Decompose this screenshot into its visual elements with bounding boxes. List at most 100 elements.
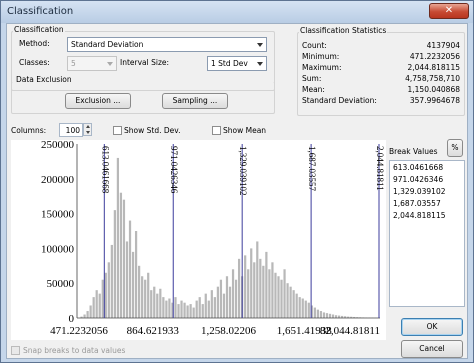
exclusion-button[interactable]: Exclusion ... bbox=[65, 93, 131, 109]
break-label: 971.0426346 bbox=[169, 146, 179, 194]
histogram-bar bbox=[189, 304, 192, 318]
break-value-5[interactable]: 2,044.818115 bbox=[393, 211, 446, 222]
histogram-bar bbox=[228, 286, 232, 318]
stat-row-mean: Mean: 1,150.040868 bbox=[302, 85, 460, 94]
break-value-1[interactable]: 613.0461668 bbox=[393, 163, 443, 174]
show-mean-checkbox[interactable] bbox=[212, 126, 221, 135]
histogram-bar bbox=[271, 262, 274, 318]
histogram-bar bbox=[192, 307, 195, 318]
histogram-bar bbox=[147, 272, 150, 318]
method-value: Standard Deviation bbox=[71, 40, 144, 49]
sampling-button[interactable]: Sampling ... bbox=[162, 93, 228, 109]
close-button[interactable]: ✕ bbox=[429, 3, 469, 19]
break-label: 1,687.03557 bbox=[307, 146, 317, 192]
histogram-bar bbox=[198, 297, 201, 318]
histogram-bar bbox=[277, 276, 280, 318]
histogram-bar bbox=[304, 300, 307, 318]
histogram-bar bbox=[110, 244, 113, 318]
break-label: 613.0461668 bbox=[100, 146, 110, 194]
method-label: Method: bbox=[19, 39, 50, 48]
columns-spinner[interactable] bbox=[83, 123, 92, 136]
histogram-bar bbox=[153, 286, 156, 318]
histogram-bar bbox=[116, 157, 120, 318]
histogram-bar bbox=[328, 313, 332, 318]
interval-size-dropdown[interactable]: 1 Std Dev bbox=[207, 56, 267, 71]
cancel-button[interactable]: Cancel bbox=[401, 340, 463, 358]
histogram-chart[interactable]: 250000 200000 150000 100000 50000 0471.223205… bbox=[11, 140, 386, 340]
show-std-dev-label[interactable]: Show Std. Dev. bbox=[124, 126, 180, 135]
histogram-bar bbox=[150, 290, 153, 318]
histogram-bar bbox=[219, 279, 223, 318]
histogram-bar bbox=[237, 258, 241, 318]
histogram-bar bbox=[307, 302, 310, 318]
classes-label: Classes: bbox=[19, 58, 50, 67]
columns-input[interactable]: 100 bbox=[59, 123, 83, 137]
histogram-bar bbox=[259, 258, 262, 318]
statistics-list: Count: 4137904 Minimum: 471.2232056 Maximu… bbox=[299, 41, 463, 113]
histogram-bar bbox=[107, 262, 110, 318]
stat-row-minimum: Minimum: 471.2232056 bbox=[302, 52, 460, 61]
histogram-bar bbox=[280, 279, 283, 318]
percent-button[interactable]: % bbox=[447, 139, 463, 157]
ok-button[interactable]: OK bbox=[401, 318, 463, 336]
classification-dialog: Classification ✕ Classification Method: … bbox=[0, 0, 474, 363]
classes-dropdown[interactable]: 5 bbox=[67, 56, 117, 71]
histogram-bar bbox=[331, 314, 335, 318]
method-dropdown[interactable]: Standard Deviation bbox=[67, 37, 267, 52]
columns-value: 100 bbox=[65, 126, 80, 135]
break-value-4[interactable]: 1,687.03557 bbox=[393, 199, 441, 210]
histogram-bar bbox=[95, 290, 98, 318]
histogram-bar bbox=[234, 279, 238, 318]
histogram-bar bbox=[247, 269, 250, 318]
y-tick-label: 250000 bbox=[41, 140, 75, 151]
histogram-bar bbox=[134, 231, 138, 318]
histogram-bar bbox=[313, 307, 316, 318]
title-bar[interactable]: Classification ✕ bbox=[1, 1, 473, 23]
histogram-bar bbox=[165, 300, 168, 318]
stat-row-sum: Sum: 4,758,758,710 bbox=[302, 74, 460, 83]
histogram-bar bbox=[225, 276, 229, 318]
histogram-bar bbox=[301, 298, 304, 318]
break-values-list[interactable]: 613.0461668 971.0426346 1,329.039102 1,6… bbox=[389, 160, 465, 307]
break-label: 2,044.81811 bbox=[375, 146, 385, 191]
y-tick-label: 150000 bbox=[41, 209, 75, 221]
x-tick-label: 471.2232056 bbox=[50, 325, 108, 337]
histogram-bar bbox=[210, 290, 213, 318]
histogram-bar bbox=[322, 312, 326, 318]
histogram-bar bbox=[250, 248, 253, 318]
chevron-down-icon bbox=[107, 62, 113, 66]
classification-group-label: Classification bbox=[13, 25, 65, 34]
histogram-bar bbox=[298, 297, 301, 318]
y-tick-label: 100000 bbox=[41, 243, 75, 255]
histogram-bar bbox=[144, 279, 147, 318]
show-std-dev-checkbox[interactable] bbox=[113, 126, 122, 135]
snap-breaks-label: Snap breaks to data values bbox=[23, 346, 126, 355]
histogram-bar bbox=[334, 315, 338, 318]
histogram-bar bbox=[319, 311, 323, 318]
histogram-bar bbox=[222, 293, 226, 318]
break-values-label: Break Values bbox=[389, 147, 438, 156]
histogram-bar bbox=[195, 300, 198, 318]
snap-breaks-checkbox[interactable] bbox=[11, 346, 20, 355]
histogram-bar bbox=[283, 269, 286, 318]
histogram-bar bbox=[156, 293, 159, 318]
chevron-down-icon bbox=[257, 43, 263, 47]
histogram-bar bbox=[162, 297, 165, 318]
y-tick-label: 50000 bbox=[47, 278, 75, 290]
histogram-bar bbox=[125, 241, 129, 318]
break-value-3[interactable]: 1,329.039102 bbox=[393, 187, 446, 198]
histogram-bar bbox=[289, 286, 292, 318]
histogram-bar bbox=[122, 199, 126, 318]
histogram-background bbox=[11, 140, 386, 340]
show-mean-label[interactable]: Show Mean bbox=[223, 126, 266, 135]
y-tick-label: 0 bbox=[69, 313, 75, 325]
statistics-group-label: Classification Statistics bbox=[299, 26, 388, 35]
histogram-bar bbox=[141, 276, 144, 318]
histogram-bar bbox=[101, 279, 104, 318]
histogram-bar bbox=[131, 251, 135, 318]
histogram-bar bbox=[253, 262, 256, 318]
y-tick-label: 200000 bbox=[41, 174, 75, 186]
histogram-bar bbox=[213, 297, 216, 318]
histogram-bar bbox=[274, 272, 277, 318]
break-value-2[interactable]: 971.0426346 bbox=[393, 175, 443, 186]
